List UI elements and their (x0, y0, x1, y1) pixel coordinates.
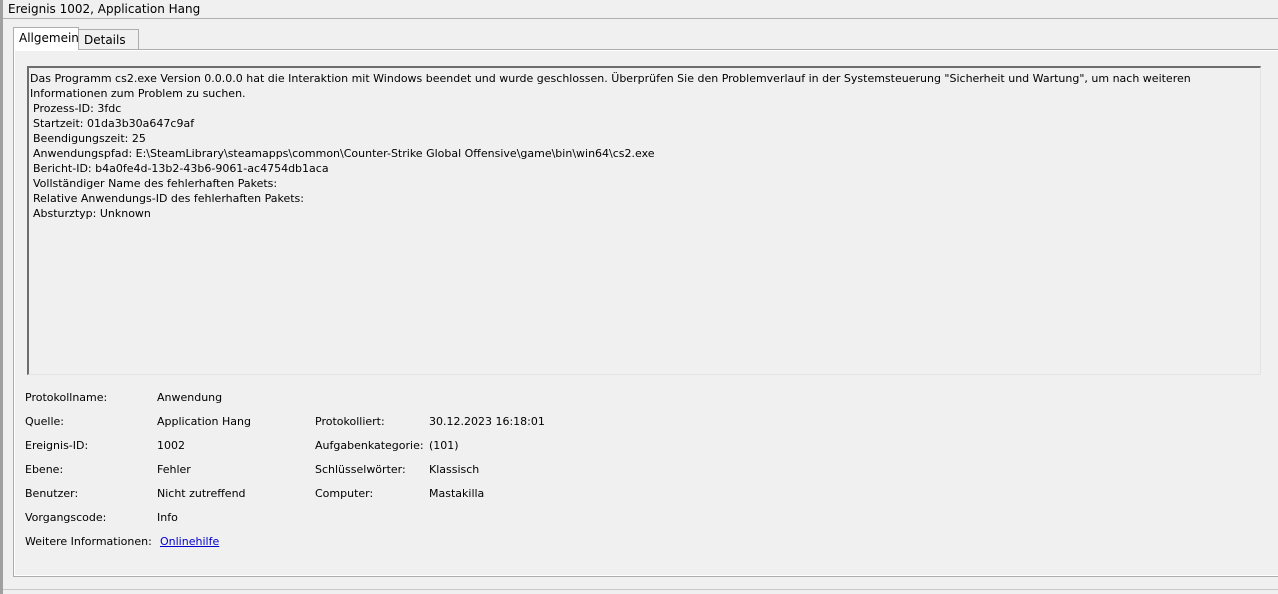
tab-allgemein[interactable]: Allgemein (13, 27, 79, 50)
label-ereignis-id: Ereignis-ID: (25, 439, 89, 452)
title-bar: Ereignis 1002, Application Hang (3, 0, 1278, 19)
tab-panel-allgemein: Das Programm cs2.exe Version 0.0.0.0 hat… (13, 49, 1278, 577)
window-bottom-divider (3, 589, 1278, 590)
label-schluesselwoerter: Schlüsselwörter: (315, 463, 406, 476)
description-line-package-name: Vollständiger Name des fehlerhaften Pake… (33, 177, 278, 190)
label-computer: Computer: (315, 487, 374, 500)
label-aufgabenkategorie: Aufgabenkategorie: (315, 439, 424, 452)
label-protokolliert: Protokolliert: (315, 415, 385, 428)
tab-strip: Allgemein Details (13, 27, 1278, 50)
value-computer: Mastakilla (429, 487, 485, 500)
value-protokolliert: 30.12.2023 16:18:01 (429, 415, 545, 428)
value-quelle: Application Hang (157, 415, 251, 428)
description-line-start-time: Startzeit: 01da3b30a647c9af (33, 117, 195, 130)
value-aufgabenkategorie: (101) (429, 439, 459, 452)
value-schluesselwoerter: Klassisch (429, 463, 480, 476)
label-vorgangscode: Vorgangscode: (25, 511, 107, 524)
tab-details[interactable]: Details (79, 29, 139, 50)
onlinehilfe-link[interactable]: Onlinehilfe (160, 535, 219, 549)
window-title: Ereignis 1002, Application Hang (8, 2, 201, 16)
label-quelle: Quelle: (25, 415, 64, 428)
value-benutzer: Nicht zutreffend (157, 487, 246, 500)
label-benutzer: Benutzer: (25, 487, 79, 500)
event-properties-window: Ereignis 1002, Application Hang Allgemei… (0, 0, 1278, 594)
label-ebene: Ebene: (25, 463, 64, 476)
value-ebene: Fehler (157, 463, 191, 476)
label-protokollname: Protokollname: (25, 391, 108, 404)
description-line-crash-type: Absturztyp: Unknown (33, 207, 151, 220)
description-line-report-id: Bericht-ID: b4a0fe4d-13b2-43b6-9061-ac47… (33, 162, 329, 175)
value-vorgangscode: Info (157, 511, 178, 524)
panel-body: Das Programm cs2.exe Version 0.0.0.0 hat… (15, 51, 1278, 575)
event-description-textbox[interactable]: Das Programm cs2.exe Version 0.0.0.0 hat… (27, 66, 1261, 375)
description-intro: Das Programm cs2.exe Version 0.0.0.0 hat… (30, 72, 1191, 100)
description-line-app-path: Anwendungspfad: E:\SteamLibrary\steamapp… (33, 147, 655, 160)
value-ereignis-id: 1002 (157, 439, 185, 452)
description-line-process-id: Prozess-ID: 3fdc (33, 102, 122, 115)
window-left-border (0, 0, 3, 594)
value-protokollname: Anwendung (157, 391, 223, 404)
description-line-relative-app-id: Relative Anwendungs-ID des fehlerhaften … (33, 192, 304, 205)
description-line-end-time: Beendigungszeit: 25 (33, 132, 146, 145)
label-weitere-informationen: Weitere Informationen: (25, 535, 152, 548)
